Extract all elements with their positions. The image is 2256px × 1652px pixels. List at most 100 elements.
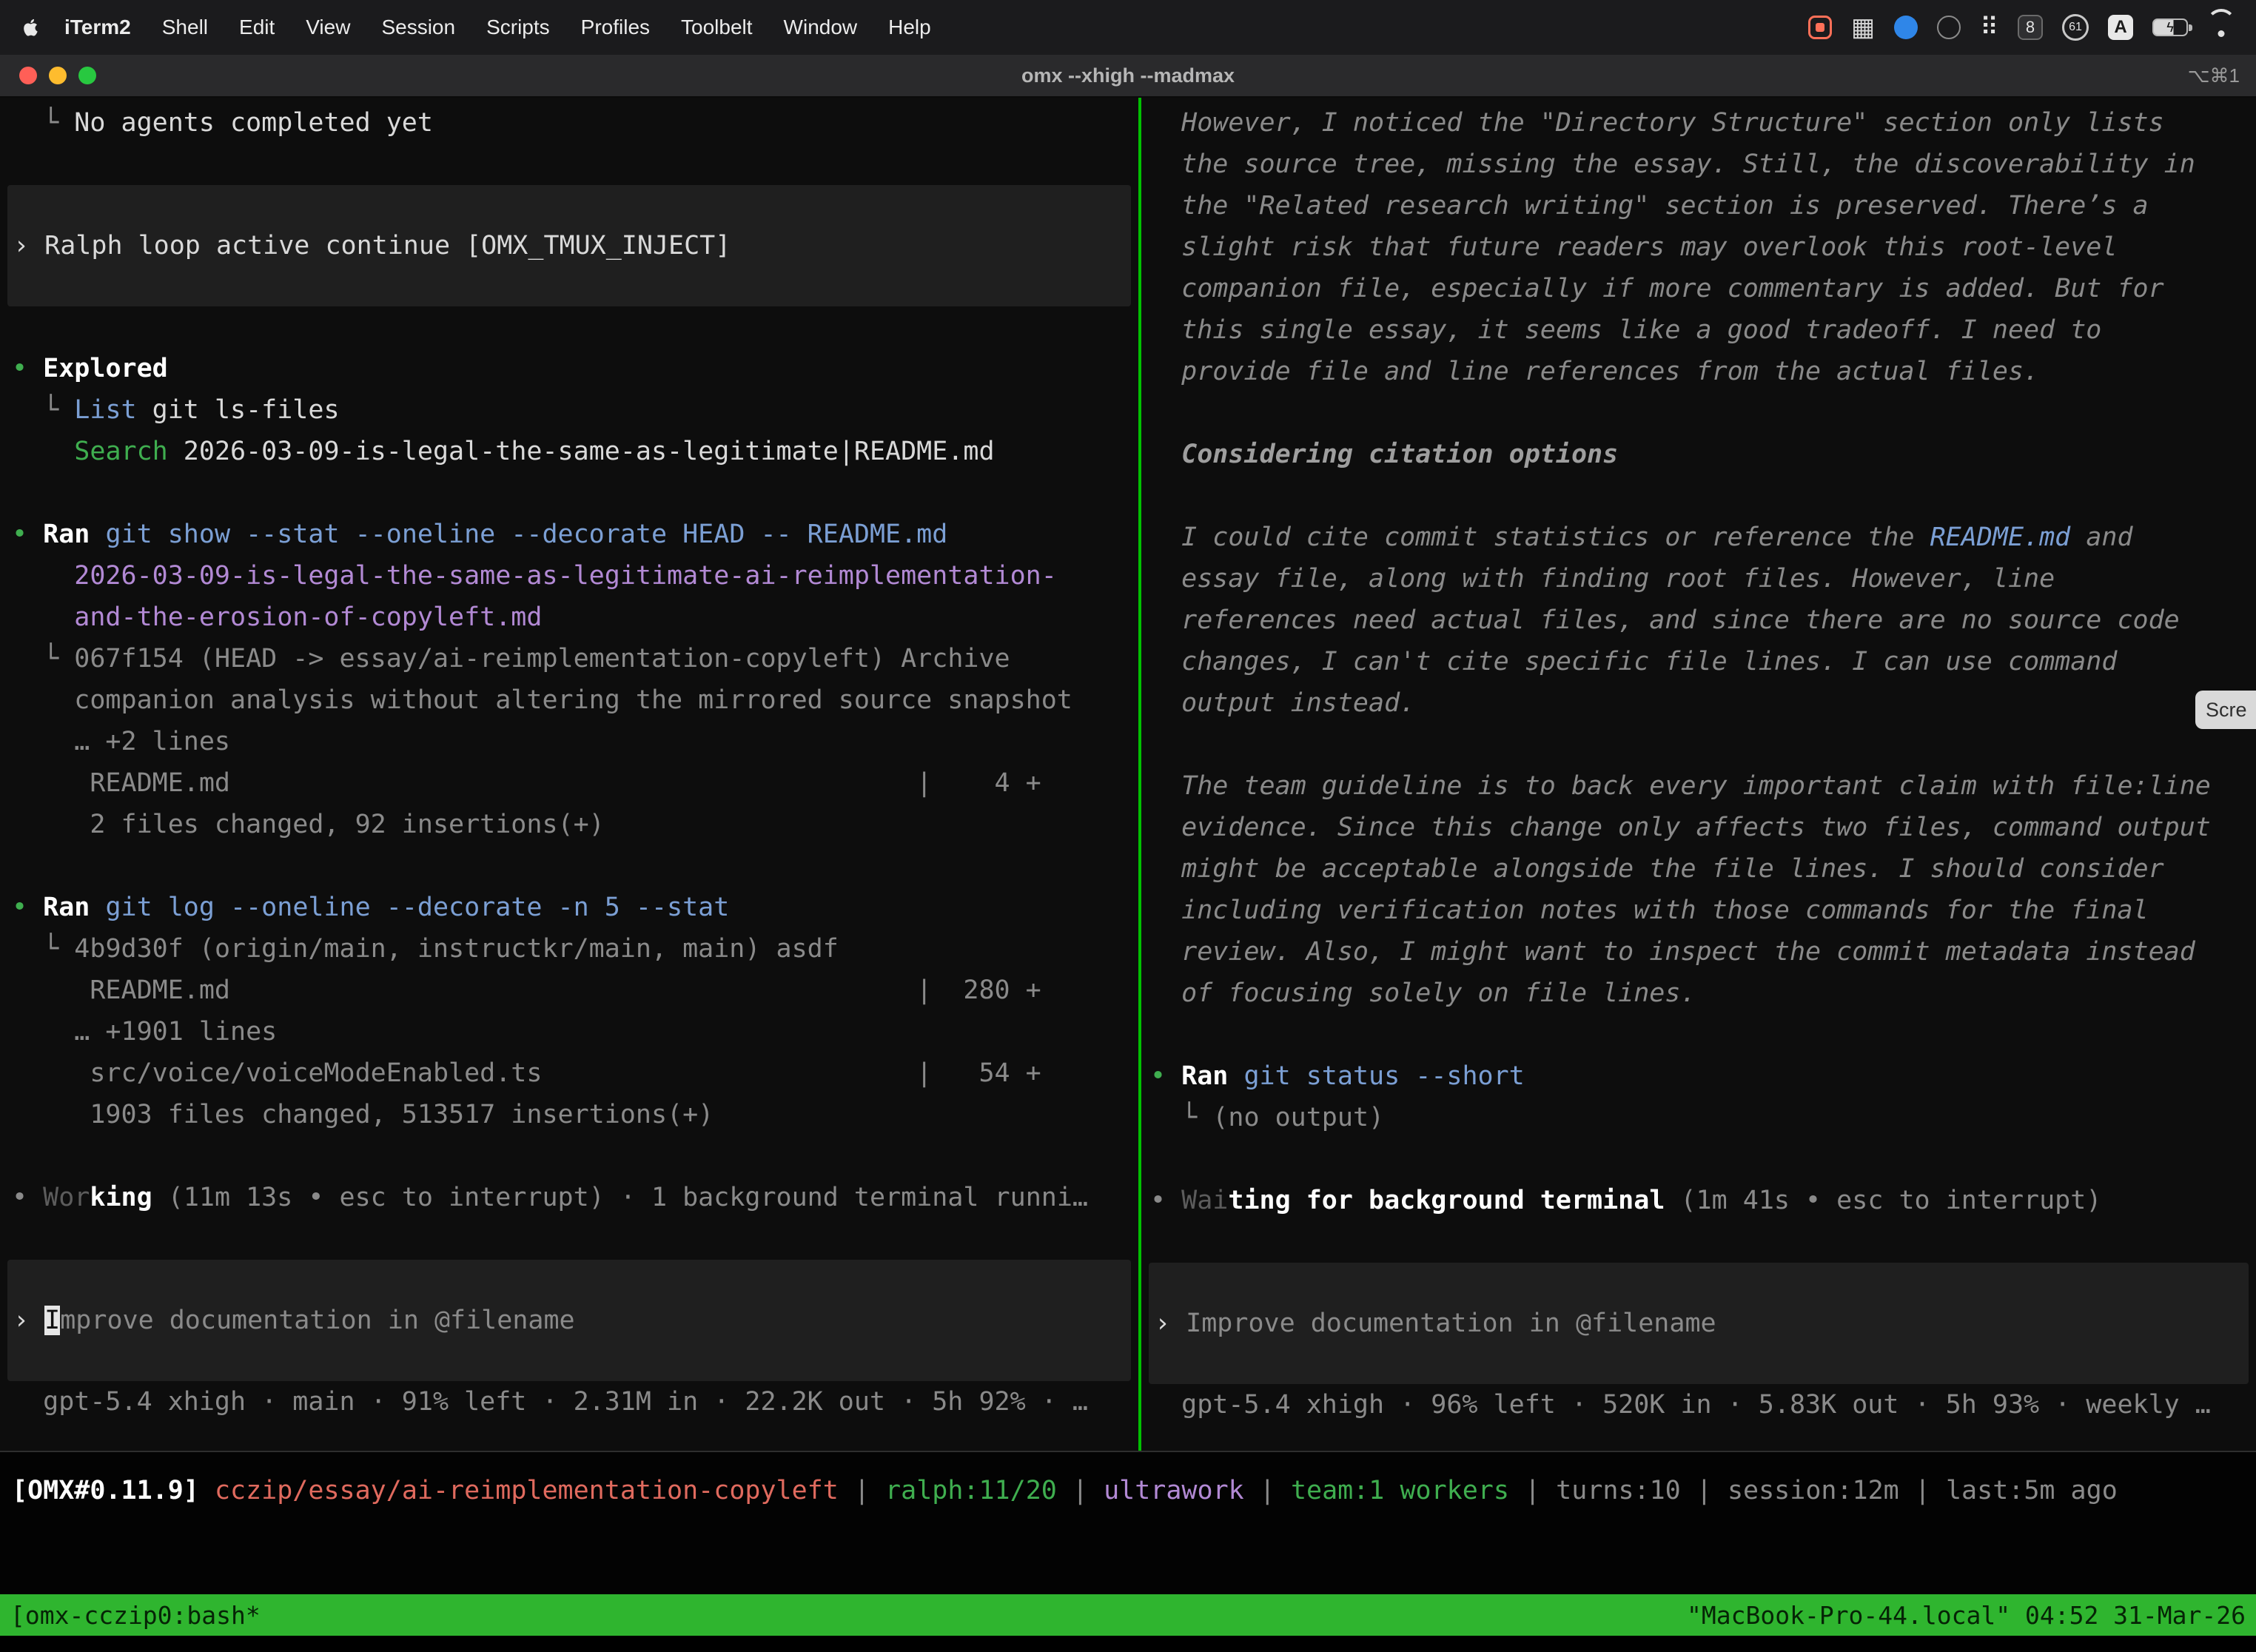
terminal-line: › Ralph loop active continue [OMX_TMUX_I…: [7, 225, 1131, 266]
thinking-heading: Considering citation options: [1141, 434, 2256, 475]
input-source-icon[interactable]: A: [2108, 15, 2133, 40]
text-segment: … +2 lines: [12, 727, 230, 756]
text-segment: 2026-03-09-is-legal-the-same-as-legitima…: [168, 437, 995, 466]
window-grid-icon[interactable]: ▦: [1851, 13, 1875, 42]
terminal-line: … +1901 lines: [0, 1011, 1138, 1052]
text-segment: Considering citation options: [1150, 440, 1618, 469]
text-segment: |: [1244, 1476, 1291, 1505]
terminal-line: Considering citation options: [1141, 434, 2256, 475]
model-status: gpt-5.4 xhigh · 96% left · 520K in · 5.8…: [1141, 1384, 2256, 1426]
text-segment: Search: [74, 437, 167, 466]
text-segment: Wai: [1181, 1186, 1228, 1215]
terminal-line: └ 067f154 (HEAD -> essay/ai-reimplementa…: [0, 638, 1138, 679]
terminal-line: • Ran git show --stat --oneline --decora…: [0, 514, 1138, 555]
text-segment: ralph:11/20: [885, 1476, 1057, 1505]
menu-scripts[interactable]: Scripts: [471, 16, 565, 38]
blue-app-icon[interactable]: [1894, 16, 1918, 39]
text-segment: |: [1509, 1476, 1556, 1505]
text-segment: |: [1057, 1476, 1104, 1505]
terminal-line: … +2 lines: [0, 721, 1138, 762]
zoom-button[interactable]: [78, 67, 96, 84]
agents-status: └ No agents completed yet: [0, 102, 1138, 144]
menu-view[interactable]: View: [290, 16, 366, 38]
left-pane[interactable]: └ No agents completed yet › Ralph loop ac…: [0, 98, 1138, 1451]
terminal-line: the source tree, missing the essay. Stil…: [1141, 144, 2256, 185]
text-segment: might be acceptable alongside the file l…: [1150, 854, 2164, 884]
text-segment: README.md: [1930, 523, 2071, 552]
text-segment: output instead.: [1150, 688, 1415, 718]
wifi-icon[interactable]: [2207, 16, 2235, 38]
text-segment: |: [1681, 1476, 1728, 1505]
text-segment: 067f154 (HEAD -> essay/ai-reimplementati…: [74, 644, 1010, 674]
terminal-line: └ (no output): [1141, 1097, 2256, 1138]
apple-menu-icon[interactable]: [21, 16, 41, 38]
tmux-status-bar: [omx-cczip0:bash* "MacBook-Pro-44.local"…: [0, 1594, 2256, 1636]
text-segment: including verification notes with those …: [1150, 896, 2149, 925]
terminal-line: output instead.: [1141, 682, 2256, 724]
apple-logo-icon: [21, 16, 41, 38]
text-segment: Ran: [43, 520, 90, 549]
tmux-host-time-label: "MacBook-Pro-44.local" 04:52 31-Mar-26: [1687, 1601, 2246, 1630]
terminal-line: this single essay, it seems like a good …: [1141, 309, 2256, 351]
terminal-line: └ No agents completed yet: [0, 102, 1138, 144]
menu-toolbelt[interactable]: Toolbelt: [665, 16, 768, 38]
terminal-line: including verification notes with those …: [1141, 890, 2256, 931]
thinking-paragraph-2: I could cite commit statistics or refere…: [1141, 517, 2256, 724]
text-segment: 2 files changed, 92 insertions(+): [12, 810, 605, 839]
text-segment: └: [1150, 1103, 1212, 1132]
close-button[interactable]: [19, 67, 37, 84]
text-segment: Improve documentation in @filename: [1186, 1309, 1716, 1338]
git-log-log: • Ran git log --oneline --decorate -n 5 …: [0, 887, 1138, 1135]
gauge-61-icon[interactable]: 61: [2062, 14, 2089, 41]
terminal-line: › Improve documentation in @filename: [7, 1300, 1131, 1341]
text-segment: [199, 1476, 215, 1505]
waiting-status: • Waiting for background terminal (1m 41…: [1141, 1180, 2256, 1221]
text-segment: └: [12, 395, 74, 425]
traffic-lights: [0, 67, 96, 84]
screen-recording-icon[interactable]: [1808, 16, 1832, 39]
menu-profiles[interactable]: Profiles: [565, 16, 665, 38]
number-8-key-icon[interactable]: 8: [2018, 15, 2043, 40]
prompt-input[interactable]: › Improve documentation in @filename: [7, 1260, 1131, 1381]
text-segment: README.md | 280 +: [12, 976, 1041, 1005]
window-shortcut-badge: ⌥⌘1: [2188, 64, 2256, 87]
text-segment: I: [44, 1306, 60, 1335]
text-segment: git log --oneline --decorate -n 5 --stat: [105, 893, 729, 922]
explored-log: • Explored └ List git ls-files Search 20…: [0, 348, 1138, 472]
menu-edit[interactable]: Edit: [224, 16, 290, 38]
menu-status-icons: ▦ ⠿ 8 61 Aϟ: [1789, 13, 2235, 42]
prompt-input[interactable]: › Improve documentation in @filename: [1149, 1263, 2249, 1384]
text-segment: Ran: [1181, 1061, 1228, 1091]
text-segment: companion file, especially if more comme…: [1150, 274, 2164, 303]
text-segment: └: [12, 644, 74, 674]
text-segment: [1228, 1061, 1243, 1091]
menu-session[interactable]: Session: [366, 16, 471, 38]
menu-bar: iTerm2ShellEditViewSessionScriptsProfile…: [0, 0, 2256, 55]
terminal-line: provide file and line references from th…: [1141, 351, 2256, 392]
terminal[interactable]: └ No agents completed yet › Ralph loop ac…: [0, 98, 2256, 1451]
menu-iterm2[interactable]: iTerm2: [49, 16, 147, 38]
bottom-gap: [0, 1636, 2256, 1652]
terminal-line: README.md | 4 +: [0, 762, 1138, 804]
menu-shell[interactable]: Shell: [147, 16, 224, 38]
text-segment: |: [1899, 1476, 1946, 1505]
git-status-log: • Ran git status --short └ (no output): [1141, 1055, 2256, 1138]
omx-status-line: [OMX#0.11.9] cczip/essay/ai-reimplementa…: [0, 1470, 2256, 1511]
terminal-line: • Explored: [0, 348, 1138, 389]
text-segment: 1903 files changed, 513517 insertions(+): [12, 1100, 714, 1129]
terminal-line: • Ran git status --short: [1141, 1055, 2256, 1097]
text-segment: changes, I can't cite specific file line…: [1150, 647, 2117, 676]
text-segment: [OMX#0.11.9]: [12, 1476, 199, 1505]
text-segment: List: [74, 395, 136, 425]
text-segment: └: [12, 108, 74, 138]
menu-help[interactable]: Help: [873, 16, 947, 38]
dark-app-icon[interactable]: [1937, 16, 1961, 39]
window-title-bar[interactable]: omx --xhigh --madmax ⌥⌘1: [0, 55, 2256, 98]
menu-window[interactable]: Window: [768, 16, 873, 38]
minimize-button[interactable]: [49, 67, 67, 84]
text-segment: However, I noticed the "Directory Struct…: [1150, 108, 2164, 138]
dots-grid-icon[interactable]: ⠿: [1980, 13, 1998, 42]
terminal-line: companion analysis without altering the …: [0, 679, 1138, 721]
battery-charging-icon[interactable]: ϟ: [2152, 19, 2188, 36]
right-pane[interactable]: However, I noticed the "Directory Struct…: [1141, 98, 2256, 1451]
